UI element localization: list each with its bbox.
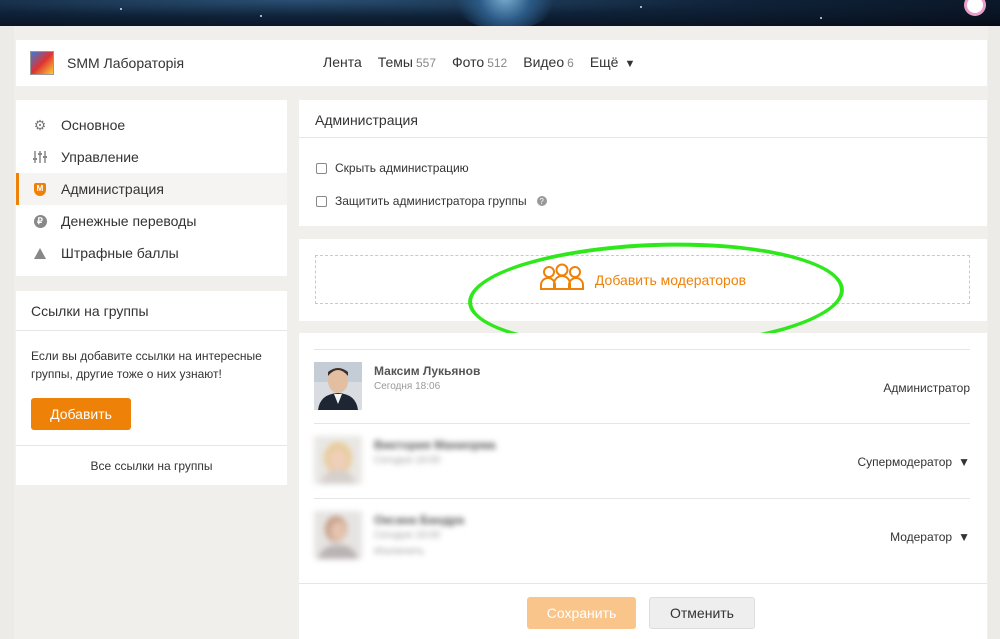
sliders-icon: [32, 149, 48, 165]
nav-item-photos[interactable]: Фото 512: [452, 54, 507, 70]
settings-menu: ⚙ Основное Управление M Администрация ₽ …: [16, 100, 287, 276]
form-footer: Сохранить Отменить: [299, 583, 987, 639]
remove-member-link[interactable]: Исключить: [374, 546, 424, 557]
page-edge-right: [988, 26, 1000, 639]
member-name[interactable]: Оксана Бандра: [374, 513, 464, 527]
member-time: Сегодня 19:00: [374, 455, 441, 466]
caret-down-icon: ▼: [958, 530, 970, 544]
gear-icon: ⚙: [33, 117, 47, 133]
member-name[interactable]: Виктория Маниорма: [374, 438, 495, 452]
member-row: Виктория Маниорма Сегодня 19:00 Супермод…: [314, 423, 970, 498]
banner-star: [820, 17, 822, 19]
sidebar-item-label: Штрафные баллы: [61, 245, 179, 261]
caret-down-icon: ▼: [624, 58, 636, 70]
add-link-button[interactable]: Добавить: [31, 398, 131, 430]
nav-item-label: Фото: [452, 54, 485, 70]
member-row: Максим Лукьянов Сегодня 18:06 Администра…: [314, 349, 970, 424]
group-nav: Лента Темы 557 Фото 512 Видео 6 Ещё ▼: [323, 54, 635, 70]
cancel-button[interactable]: Отменить: [649, 597, 755, 629]
save-button[interactable]: Сохранить: [527, 597, 636, 629]
banner-star: [640, 6, 642, 8]
banner-star: [120, 8, 122, 10]
shield-icon: M: [32, 181, 48, 197]
member-role: Администратор: [883, 381, 970, 395]
sidebar-item-label: Управление: [61, 149, 139, 165]
warning-icon: [32, 245, 48, 261]
add-moderators-label: Добавить модераторов: [594, 271, 747, 288]
sidebar-item-penalty-points[interactable]: Штрафные баллы: [16, 237, 287, 269]
group-links-title: Ссылки на группы: [16, 291, 287, 331]
administration-title: Администрация: [299, 100, 987, 138]
nav-item-more[interactable]: Ещё ▼: [590, 54, 636, 70]
nav-item-label: Темы: [377, 54, 413, 70]
nav-item-label: Ещё: [589, 54, 619, 70]
sidebar-item-label: Основное: [61, 117, 126, 133]
group-links-card: Ссылки на группы Если вы добавите ссылки…: [16, 291, 287, 485]
user-avatar-corner[interactable]: [964, 0, 986, 16]
avatar[interactable]: [314, 511, 362, 559]
administration-card: Администрация Скрыть администрацию Защит…: [299, 100, 987, 226]
sidebar-item-management[interactable]: Управление: [16, 141, 287, 173]
nav-item-count: 512: [487, 56, 508, 70]
protect-admin-checkbox[interactable]: [316, 195, 327, 207]
member-role-label: Администратор: [883, 381, 970, 395]
banner-glow: [450, 0, 560, 26]
member-role-dropdown[interactable]: Супермодератор ▼: [857, 455, 970, 469]
member-time: Сегодня 19:00: [374, 530, 441, 541]
group-links-description: Если вы добавите ссылки на интересные гр…: [31, 349, 262, 381]
people-group-icon: [539, 263, 585, 296]
group-name[interactable]: SMM Лабораторія: [67, 55, 184, 71]
nav-item-topics[interactable]: Темы 557: [378, 54, 436, 70]
avatar[interactable]: [314, 436, 362, 484]
add-moderators-button[interactable]: Добавить модераторов: [315, 255, 970, 304]
coin-icon: ₽: [32, 213, 48, 229]
sidebar-item-label: Денежные переводы: [61, 213, 197, 229]
member-name[interactable]: Максим Лукьянов: [374, 364, 480, 378]
member-time: Сегодня 18:06: [374, 381, 441, 392]
protect-admin-label[interactable]: Защитить администратора группы: [335, 194, 527, 208]
avatar[interactable]: [314, 362, 362, 410]
top-banner: [0, 0, 1000, 26]
member-role-label: Супермодератор: [857, 455, 953, 469]
hide-administration-checkbox[interactable]: [316, 162, 327, 174]
member-row: Оксана Бандра Сегодня 19:00 Исключить Мо…: [314, 498, 970, 573]
page-edge-left: [0, 26, 14, 639]
nav-item-label: Видео: [523, 54, 565, 70]
member-role-label: Модератор: [890, 530, 953, 544]
nav-item-label: Лента: [323, 54, 362, 70]
sidebar-item-main[interactable]: ⚙ Основное: [16, 109, 287, 141]
sidebar-item-money-transfers[interactable]: ₽ Денежные переводы: [16, 205, 287, 237]
group-header: SMM Лабораторія Лента Темы 557 Фото 512 …: [16, 40, 987, 86]
hide-administration-option: Скрыть администрацию: [316, 161, 469, 175]
group-logo[interactable]: [30, 51, 54, 75]
all-group-links-link[interactable]: Все ссылки на группы: [16, 445, 287, 485]
nav-item-count: 557: [416, 56, 437, 70]
nav-item-feed[interactable]: Лента: [323, 54, 362, 70]
nav-item-videos[interactable]: Видео 6: [523, 54, 574, 70]
banner-star: [260, 15, 262, 17]
sidebar-item-label: Администрация: [61, 181, 164, 197]
nav-item-count: 6: [567, 56, 574, 70]
hide-administration-label[interactable]: Скрыть администрацию: [335, 161, 469, 175]
help-icon[interactable]: ?: [536, 196, 547, 206]
sidebar-item-administration[interactable]: M Администрация: [16, 173, 287, 205]
caret-down-icon: ▼: [958, 455, 970, 469]
member-role-dropdown[interactable]: Модератор ▼: [890, 530, 970, 544]
protect-admin-option: Защитить администратора группы ?: [316, 194, 547, 208]
add-moderators-card: Добавить модераторов: [299, 239, 987, 321]
